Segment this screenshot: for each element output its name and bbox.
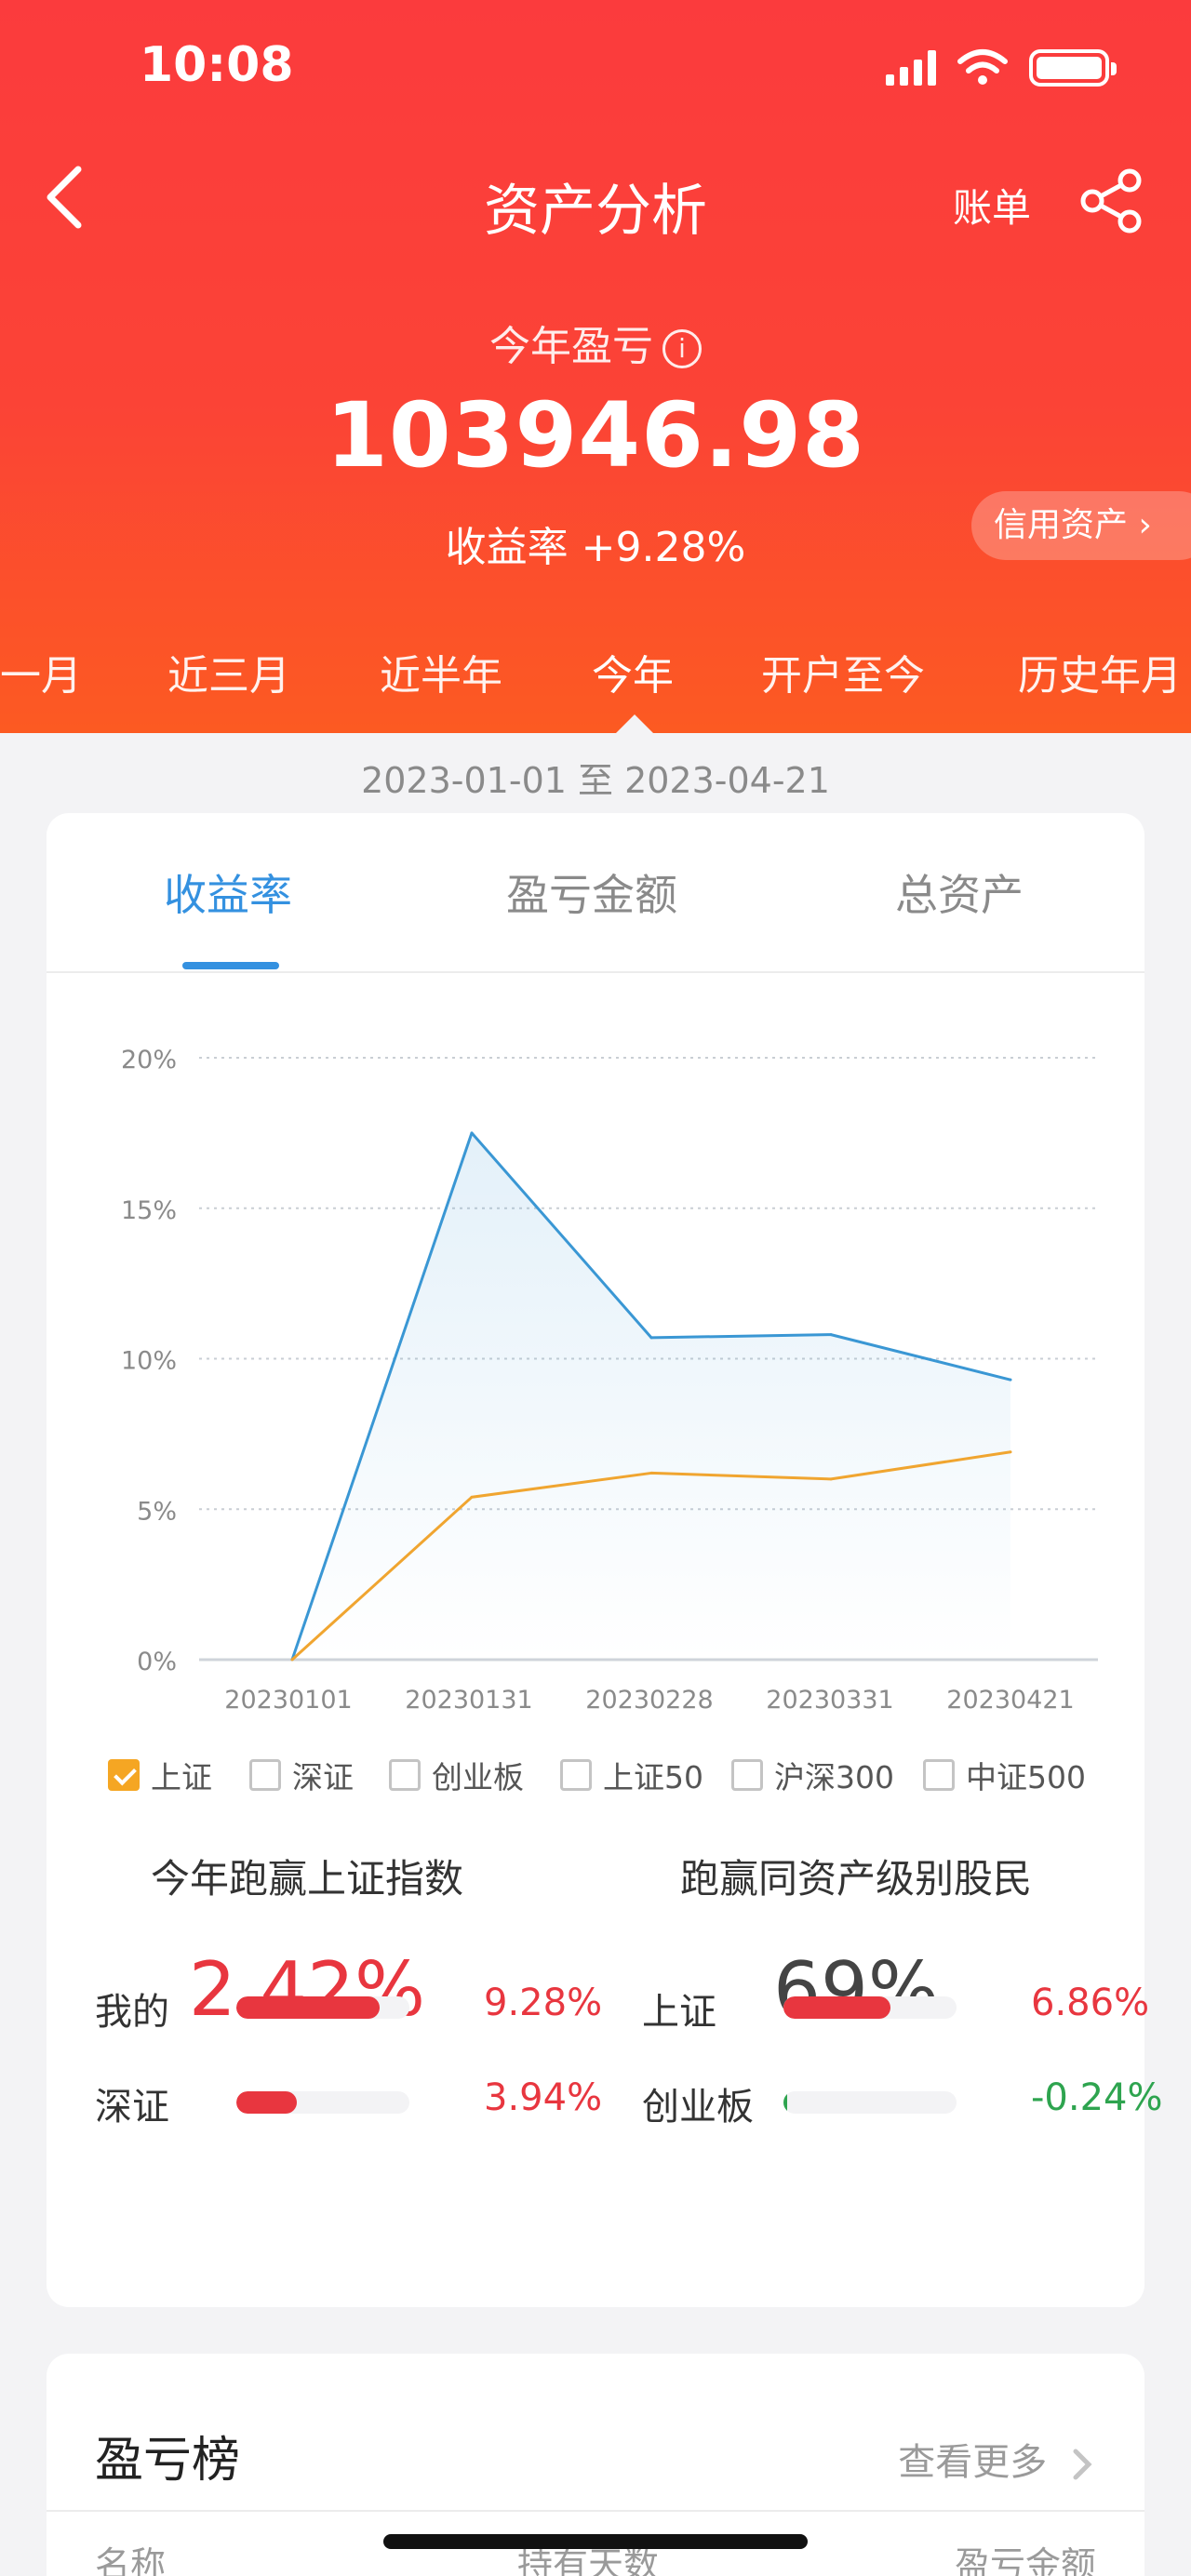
data-point [470, 1495, 474, 1499]
y-tick-label: 5% [137, 1497, 177, 1526]
chevron-right-icon: › [1138, 506, 1152, 544]
ranking-title: 盈亏榜 [95, 2433, 241, 2489]
wifi-icon [957, 49, 1008, 85]
status-icons [886, 48, 1117, 87]
comparison-value: 9.28% [484, 1982, 603, 2024]
comparison-label: 我的 [95, 1991, 169, 2034]
data-point [290, 1658, 294, 1662]
credit-assets-button[interactable]: 信用资产 › [971, 491, 1191, 560]
benchmark-shanghai[interactable]: 上证 [108, 1753, 212, 1797]
column-name: 名称 [95, 2544, 167, 2576]
metric-tabs: 收益率 盈亏金额 总资产 [47, 813, 1144, 973]
comparison-label: 创业板 [642, 2086, 754, 2129]
comparison-value: -0.24% [1031, 2076, 1163, 2119]
checkbox-icon [923, 1759, 955, 1791]
y-tick-label: 10% [121, 1347, 177, 1376]
view-more-link[interactable]: 查看更多 [898, 2432, 1096, 2486]
period-tabs: 一月 近三月 近半年 今年 开户至今 历史年月 [0, 642, 1191, 716]
benchmark-csi300[interactable]: 沪深300 [731, 1753, 894, 1797]
comparison-value: 3.94% [484, 2076, 603, 2119]
comparison-bar [783, 2091, 957, 2114]
tab-total-assets[interactable]: 总资产 [895, 861, 1024, 923]
pl-label: 今年盈亏 i [0, 313, 1191, 372]
data-point [1009, 1378, 1012, 1381]
tab-underline [182, 962, 279, 969]
beat-peers-title: 跑赢同资产级别股民 [679, 1856, 1032, 1902]
data-point [1009, 1450, 1012, 1454]
comparison-bar-fill [783, 1996, 891, 2019]
bill-button[interactable]: 账单 [953, 177, 1031, 234]
status-time: 10:08 [140, 37, 294, 93]
home-indicator [383, 2534, 808, 2549]
y-tick-label: 20% [121, 1046, 177, 1074]
y-tick-label: 15% [121, 1196, 177, 1225]
tab-this-year[interactable]: 今年 [592, 642, 674, 701]
data-point [649, 1336, 653, 1340]
comparison-bar [783, 1996, 957, 2019]
info-icon[interactable]: i [662, 329, 702, 368]
checkbox-icon [249, 1759, 281, 1791]
data-point [829, 1477, 833, 1481]
comparison-bar-fill [236, 1996, 381, 2019]
pl-value: 103946.98 [326, 383, 865, 487]
benchmark-sse50[interactable]: 上证50 [560, 1753, 703, 1797]
pl-label-text: 今年盈亏 [489, 323, 653, 370]
comparison-bar-fill [783, 2091, 787, 2114]
x-tick-label: 20230228 [585, 1686, 713, 1715]
tab-return-rate[interactable]: 收益率 [164, 861, 292, 923]
active-tab-caret [616, 714, 653, 733]
tab-one-month[interactable]: 一月 [0, 642, 82, 701]
benchmark-label: 上证50 [603, 1759, 703, 1795]
benchmark-csi500[interactable]: 中证500 [923, 1753, 1086, 1797]
comparison-bar [236, 1996, 409, 2019]
checkbox-icon [731, 1759, 763, 1791]
return-chart: 0% 5% 10% 15% 20% 20230101 20230131 20230228 202… [121, 1046, 1098, 1715]
beat-index-title: 今年跑赢上证指数 [150, 1856, 463, 1902]
chevron-right-icon [1073, 2449, 1092, 2480]
tab-half-year[interactable]: 近半年 [380, 642, 502, 701]
comparison-label: 深证 [95, 2086, 169, 2129]
header: 10:08 资产分析 账单 今年盈亏 i 103946.98 收益率 +9.28%… [0, 0, 1191, 733]
benchmark-label: 创业板 [432, 1759, 524, 1795]
y-tick-label: 0% [137, 1648, 177, 1676]
view-more-label: 查看更多 [898, 2441, 1048, 2484]
benchmark-label: 上证 [151, 1759, 212, 1795]
data-point [829, 1333, 833, 1337]
x-tick-label: 20230421 [946, 1686, 1074, 1715]
data-point [649, 1471, 653, 1475]
signal-icon [886, 50, 936, 86]
benchmark-label: 中证500 [966, 1759, 1086, 1795]
benchmark-legend: 上证 深证 创业板 上证50 沪深300 中证500 [108, 1753, 1131, 1809]
divider [47, 2510, 1144, 2512]
data-point [470, 1131, 474, 1135]
comparison-label: 上证 [642, 1991, 716, 2034]
return-area [292, 1132, 1010, 1660]
x-tick-label: 20230101 [224, 1686, 352, 1715]
battery-icon [1029, 49, 1117, 87]
comparison-bar [236, 2091, 409, 2114]
share-icon[interactable] [1077, 167, 1144, 234]
benchmark-shenzhen[interactable]: 深证 [249, 1753, 354, 1797]
credit-label: 信用资产 [994, 506, 1129, 544]
benchmark-label: 深证 [292, 1759, 354, 1795]
tab-history-months[interactable]: 历史年月 [1018, 642, 1182, 701]
date-range: 2023-01-01 至 2023-04-21 [361, 760, 830, 801]
comparison-bar-fill [236, 2091, 298, 2114]
tab-three-months[interactable]: 近三月 [167, 642, 290, 701]
tab-pl-amount[interactable]: 盈亏金额 [506, 861, 677, 923]
checkbox-icon [108, 1759, 140, 1791]
checkbox-icon [560, 1759, 592, 1791]
comparison-value: 6.86% [1031, 1982, 1150, 2024]
x-tick-label: 20230131 [405, 1686, 532, 1715]
benchmark-label: 沪深300 [774, 1759, 894, 1795]
analysis-card: 收益率 盈亏金额 总资产 0% 5% 10% 15% 20% 20230101 202301… [47, 813, 1163, 2307]
x-tick-label: 20230331 [766, 1686, 893, 1715]
tab-since-open[interactable]: 开户至今 [761, 642, 925, 701]
checkbox-icon [389, 1759, 421, 1791]
column-pl-amount: 盈亏金额 [954, 2544, 1096, 2576]
benchmark-chinext[interactable]: 创业板 [389, 1753, 524, 1797]
